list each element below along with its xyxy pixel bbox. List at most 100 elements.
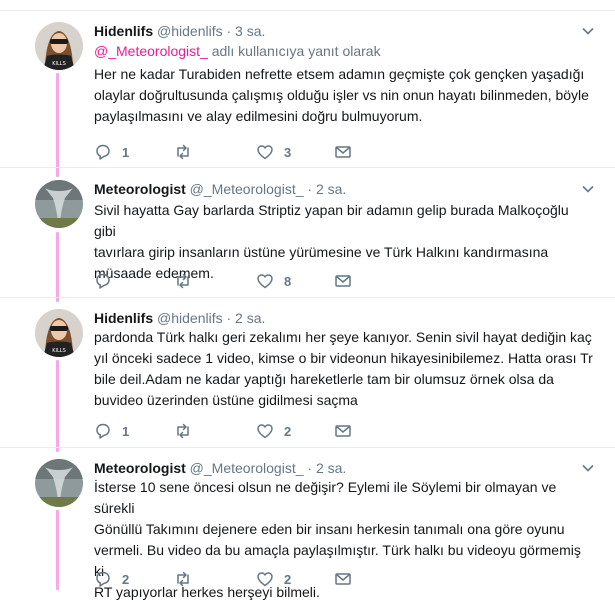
like-button[interactable]: 2 — [256, 569, 291, 589]
user-handle[interactable]: @hidenlifs — [157, 310, 223, 326]
tweet-text: Her ne kadar Turabiden nefrette etsem ad… — [94, 64, 594, 127]
tweet-divider — [0, 297, 615, 298]
tweet-actions: 8 — [94, 271, 394, 291]
envelope-icon — [335, 275, 351, 287]
display-name[interactable]: Hidenlifs — [94, 310, 153, 326]
reply-button[interactable]: 1 — [94, 421, 129, 441]
thread-line — [56, 73, 59, 177]
tweet-text-line: Her ne kadar Turabiden nefrette etsem ad… — [94, 66, 585, 82]
like-count: 2 — [284, 571, 292, 587]
direct-message-button[interactable] — [334, 142, 352, 162]
like-button[interactable]: 3 — [256, 142, 291, 162]
tweet-actions: 1 2 — [94, 421, 394, 441]
reply-mention-link[interactable]: @_Meteorologist_ — [94, 43, 208, 59]
retweet-button[interactable] — [174, 142, 202, 162]
reply-count: 1 — [122, 144, 130, 160]
reply-context: @_Meteorologist_ adlı kullanıcıya yanıt … — [94, 42, 594, 60]
avatar-photo-woman-icon: KILLS — [35, 22, 83, 70]
tweet-text: pardonda Türk halkı geri zekalımı her şe… — [94, 327, 594, 411]
separator-dot: · — [307, 181, 313, 197]
avatar-photo-woman-icon: KILLS — [35, 309, 83, 357]
tweet-text-line: buvideo üzerinden üstüne gidilmesi saçma — [94, 392, 358, 408]
reply-context-text: adlı kullanıcıya yanıt olarak — [207, 43, 381, 59]
tweet-text-line: paylaşılmasını ve alay edilmesini doğru … — [94, 108, 423, 124]
avatar[interactable]: KILLS — [35, 22, 83, 70]
thread-line — [56, 232, 59, 302]
direct-message-button[interactable] — [334, 421, 352, 441]
tweet-divider — [0, 447, 615, 448]
tweet-content: Hidenlifs @hidenlifs · 3 sa. @_Meteorolo… — [94, 22, 594, 127]
tweet-text-line: İsterse 10 sene öncesi olsun ne değişir?… — [94, 479, 557, 516]
reply-button[interactable]: 1 — [94, 142, 129, 162]
tweet-actions: 2 2 — [94, 569, 394, 589]
avatar[interactable] — [35, 180, 83, 228]
envelope-icon — [335, 573, 351, 585]
timestamp[interactable]: 3 sa. — [235, 23, 265, 39]
thread-line — [56, 510, 59, 590]
retweet-icon — [177, 571, 189, 587]
tweet-text-line: bile deil.Adam ne kadar yaptığı hareketl… — [94, 371, 554, 387]
reply-button[interactable] — [94, 271, 122, 291]
separator-dot: · — [226, 310, 232, 326]
tweet-header: Meteorologist @_Meteorologist_ · 2 sa. — [94, 180, 594, 198]
user-handle[interactable]: @hidenlifs — [157, 23, 223, 39]
tweet-content: Meteorologist @_Meteorologist_ · 2 sa. S… — [94, 180, 594, 284]
chevron-down-icon[interactable] — [581, 24, 595, 38]
tweet-content: Hidenlifs @hidenlifs · 2 sa. pardonda Tü… — [94, 309, 594, 411]
tweet-divider — [0, 167, 615, 168]
reply-icon — [96, 571, 110, 587]
reply-icon — [96, 423, 110, 439]
chevron-down-icon[interactable] — [581, 182, 595, 196]
envelope-icon — [335, 425, 351, 437]
display-name[interactable]: Meteorologist — [94, 181, 186, 197]
heart-icon — [257, 274, 273, 289]
retweet-icon — [177, 144, 189, 160]
tweet-text-line: Gönüllü Takımını dejenere eden bir insan… — [94, 521, 565, 537]
tweet-text-line: yıl önceki sadece 1 video, kimse o bir v… — [94, 350, 593, 366]
tweet-text-line: pardonda Türk halkı geri zekalımı her şe… — [94, 329, 592, 345]
display-name[interactable]: Hidenlifs — [94, 23, 153, 39]
retweet-button[interactable] — [174, 271, 202, 291]
timestamp[interactable]: 2 sa. — [235, 310, 265, 326]
tweet-actions: 1 3 — [94, 142, 394, 162]
direct-message-button[interactable] — [334, 569, 352, 589]
like-button[interactable]: 8 — [256, 271, 291, 291]
tweet-text-line: Sivil hayatta Gay barlarda Striptiz yapa… — [94, 202, 569, 239]
reply-icon — [96, 144, 110, 160]
retweet-button[interactable] — [174, 569, 202, 589]
separator-dot: · — [226, 23, 232, 39]
tweet-header: Meteorologist @_Meteorologist_ · 2 sa. — [94, 459, 594, 477]
heart-icon — [257, 145, 273, 160]
user-handle[interactable]: @_Meteorologist_ — [190, 181, 304, 197]
chevron-down-icon[interactable] — [581, 461, 595, 475]
heart-icon — [257, 424, 273, 439]
avatar-photo-tornado-icon — [35, 180, 83, 228]
envelope-icon — [335, 146, 351, 158]
tweet-text-line: olaylar doğrultusunda çalışmış olduğu iş… — [94, 87, 589, 103]
reply-icon — [96, 273, 110, 289]
like-button[interactable]: 2 — [256, 421, 291, 441]
like-count: 3 — [284, 144, 292, 160]
avatar-photo-tornado-icon — [35, 459, 83, 507]
thread-line — [56, 360, 59, 452]
direct-message-button[interactable] — [334, 271, 352, 291]
svg-text:KILLS: KILLS — [52, 61, 66, 67]
timestamp[interactable]: 2 sa. — [316, 181, 346, 197]
reply-button[interactable]: 2 — [94, 569, 129, 589]
top-divider — [0, 10, 615, 11]
retweet-icon — [177, 423, 189, 439]
reply-count: 2 — [122, 571, 130, 587]
avatar[interactable]: KILLS — [35, 309, 83, 357]
user-handle[interactable]: @_Meteorologist_ — [190, 460, 304, 476]
like-count: 2 — [284, 423, 292, 439]
separator-dot: · — [307, 460, 313, 476]
retweet-button[interactable] — [174, 421, 202, 441]
heart-icon — [257, 572, 273, 587]
svg-text:KILLS: KILLS — [52, 348, 66, 354]
avatar[interactable] — [35, 459, 83, 507]
retweet-icon — [177, 273, 189, 289]
display-name[interactable]: Meteorologist — [94, 460, 186, 476]
tweet-header: Hidenlifs @hidenlifs · 2 sa. — [94, 309, 594, 327]
reply-count: 1 — [122, 423, 130, 439]
timestamp[interactable]: 2 sa. — [316, 460, 346, 476]
